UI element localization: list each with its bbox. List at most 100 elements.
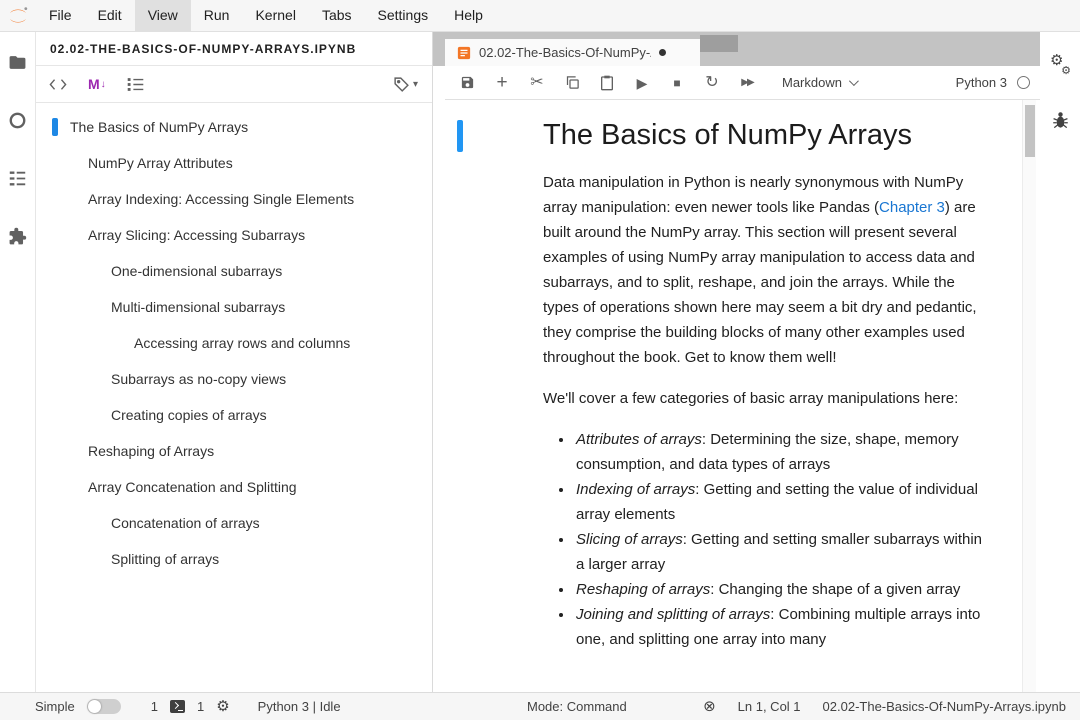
toc-item-label: Array Indexing: Accessing Single Element…: [88, 191, 354, 207]
kernel-idle-icon: [1017, 76, 1030, 89]
toc-item-label: Accessing array rows and columns: [134, 335, 350, 351]
menu-item-view[interactable]: View: [135, 0, 191, 31]
active-heading-indicator: [52, 118, 58, 136]
gears-icon: ⚙⚙: [1050, 53, 1070, 75]
cell-type-dropdown[interactable]: Markdown: [782, 75, 856, 90]
markdown-arrow-icon: ↓: [101, 79, 106, 90]
command-mode-indicator: Mode: Command: [527, 693, 627, 720]
notifications-off-icon[interactable]: ⊗: [703, 699, 716, 714]
scrollbar-thumb[interactable]: [1025, 105, 1035, 157]
plus-icon: +: [496, 73, 507, 92]
save-button[interactable]: [459, 73, 475, 93]
restart-run-all-button[interactable]: ▶▶: [739, 73, 755, 93]
file-browser-tab[interactable]: [8, 52, 28, 72]
toc-item-label: The Basics of NumPy Arrays: [70, 119, 248, 135]
debugger-tab[interactable]: [1050, 110, 1070, 130]
extensions-tab[interactable]: [8, 226, 28, 246]
toc-item-label: Splitting of arrays: [111, 551, 219, 567]
toc-item[interactable]: Array Concatenation and Splitting: [36, 469, 432, 505]
toc-item-label: Multi-dimensional subarrays: [111, 299, 285, 315]
terminals-count[interactable]: 1: [151, 699, 158, 714]
simple-mode-label: Simple: [35, 699, 75, 714]
list-item: Reshaping of arrays: Changing the shape …: [574, 577, 987, 602]
cut-cell-button[interactable]: ✂: [529, 73, 545, 93]
status-bar: Simple 1 1 ⚙ Python 3 | Idle Mode: Comma…: [0, 692, 1080, 720]
kernels-count[interactable]: 1: [197, 699, 204, 714]
markdown-cell-selected[interactable]: The Basics of NumPy Arrays: [445, 100, 1040, 164]
toc-item[interactable]: The Basics of NumPy Arrays: [36, 109, 432, 145]
kernel-indicator[interactable]: Python 3: [956, 75, 1030, 90]
run-cell-button[interactable]: ▶: [634, 73, 650, 93]
toc-item[interactable]: Multi-dimensional subarrays: [36, 289, 432, 325]
toc-show-markdown-button[interactable]: M↓: [88, 76, 106, 92]
toc-item[interactable]: Subarrays as no-copy views: [36, 361, 432, 397]
active-file-name: 02.02-The-Basics-Of-NumPy-Arrays.ipynb: [823, 699, 1066, 714]
markdown-cell[interactable]: Data manipulation in Python is nearly sy…: [445, 164, 1040, 652]
fast-forward-icon: ▶▶: [741, 78, 752, 88]
menu-item-settings[interactable]: Settings: [365, 0, 442, 31]
toc-numbering-button[interactable]: [127, 77, 144, 92]
toc-show-code-button[interactable]: [49, 78, 67, 91]
selected-cell-indicator: [457, 120, 463, 152]
markdown-icon: M: [88, 76, 100, 92]
notebook-content: The Basics of NumPy Arrays Data manipula…: [445, 100, 1040, 692]
menu-item-run[interactable]: Run: [191, 0, 243, 31]
toc-panel-title: 02.02-THE-BASICS-OF-NUMPY-ARRAYS.IPYNB: [36, 32, 432, 66]
toc-item-label: NumPy Array Attributes: [88, 155, 233, 171]
notebook-tab[interactable]: 02.02-The-Basics-Of-NumPy-Arrays.ipynb: [445, 39, 700, 66]
menu-item-kernel[interactable]: Kernel: [242, 0, 308, 31]
menu-item-edit[interactable]: Edit: [85, 0, 135, 31]
cursor-position[interactable]: Ln 1, Col 1: [738, 699, 801, 714]
toc-item[interactable]: Splitting of arrays: [36, 541, 432, 577]
jupyter-logo: [0, 5, 36, 27]
list-item-emphasis: Attributes of arrays: [576, 431, 702, 448]
status-right: ⊗ Ln 1, Col 1 02.02-The-Basics-Of-NumPy-…: [703, 699, 1066, 714]
vertical-scrollbar[interactable]: [1022, 100, 1036, 692]
paste-cell-button[interactable]: [599, 73, 615, 93]
toc-item[interactable]: Array Indexing: Accessing Single Element…: [36, 181, 432, 217]
table-of-contents-panel: 02.02-THE-BASICS-OF-NUMPY-ARRAYS.IPYNB M…: [36, 32, 433, 692]
toc-toolbar: M↓ ▾: [36, 66, 432, 103]
cell-type-value: Markdown: [782, 75, 842, 90]
toc-item[interactable]: Concatenation of arrays: [36, 505, 432, 541]
toc-item[interactable]: Array Slicing: Accessing Subarrays: [36, 217, 432, 253]
paragraph-text: ) are built around the NumPy array. This…: [543, 199, 977, 366]
toc-item[interactable]: Accessing array rows and columns: [36, 325, 432, 361]
main-dock-panel: 02.02-The-Basics-Of-NumPy-Arrays.ipynb +…: [433, 32, 1040, 692]
unsaved-changes-dot[interactable]: [659, 49, 666, 56]
paragraph-text: We'll cover a few categories of basic ar…: [543, 390, 958, 407]
menu-item-help[interactable]: Help: [441, 0, 496, 31]
kernel-status-text[interactable]: Python 3 | Idle: [258, 699, 341, 714]
add-cell-button[interactable]: +: [494, 73, 510, 93]
restart-kernel-button[interactable]: ↻: [704, 73, 720, 93]
toc-item-label: Array Slicing: Accessing Subarrays: [88, 227, 305, 243]
copy-cell-button[interactable]: [564, 73, 580, 93]
menu-item-tabs[interactable]: Tabs: [309, 0, 365, 31]
interrupt-kernel-button[interactable]: ■: [669, 73, 685, 93]
stop-icon: ■: [673, 77, 680, 89]
running-sessions-tab[interactable]: [8, 110, 28, 130]
status-left: Simple 1 1 ⚙ Python 3 | Idle: [35, 699, 341, 714]
list-item: Attributes of arrays: Determining the si…: [574, 427, 987, 477]
notebook-toolbar: + ✂ ▶ ■ ↻ ▶▶ Markdown Python 3: [445, 66, 1040, 100]
markdown-paragraph: We'll cover a few categories of basic ar…: [543, 386, 987, 411]
property-inspector-tab[interactable]: ⚙⚙: [1050, 54, 1070, 74]
code-icon: [49, 78, 67, 91]
chapter-3-link[interactable]: Chapter 3: [879, 199, 945, 216]
toc-item-label: Reshaping of Arrays: [88, 443, 214, 459]
bug-icon: [1052, 111, 1069, 129]
toc-item[interactable]: Reshaping of Arrays: [36, 433, 432, 469]
kernel-name: Python 3: [956, 75, 1007, 90]
toc-item[interactable]: Creating copies of arrays: [36, 397, 432, 433]
jupyter-logo-icon: [7, 5, 29, 27]
toc-item[interactable]: One-dimensional subarrays: [36, 253, 432, 289]
toc-item-label: Subarrays as no-copy views: [111, 371, 286, 387]
tag-icon: [393, 76, 410, 93]
table-of-contents-tab[interactable]: [8, 168, 28, 188]
toc-item[interactable]: NumPy Array Attributes: [36, 145, 432, 181]
toc-tag-filter-button[interactable]: ▾: [393, 76, 418, 93]
simple-mode-toggle[interactable]: [87, 699, 121, 714]
menu-bar: File Edit View Run Kernel Tabs Settings …: [0, 0, 1080, 32]
table-of-contents-icon: [8, 170, 27, 187]
menu-item-file[interactable]: File: [36, 0, 85, 31]
